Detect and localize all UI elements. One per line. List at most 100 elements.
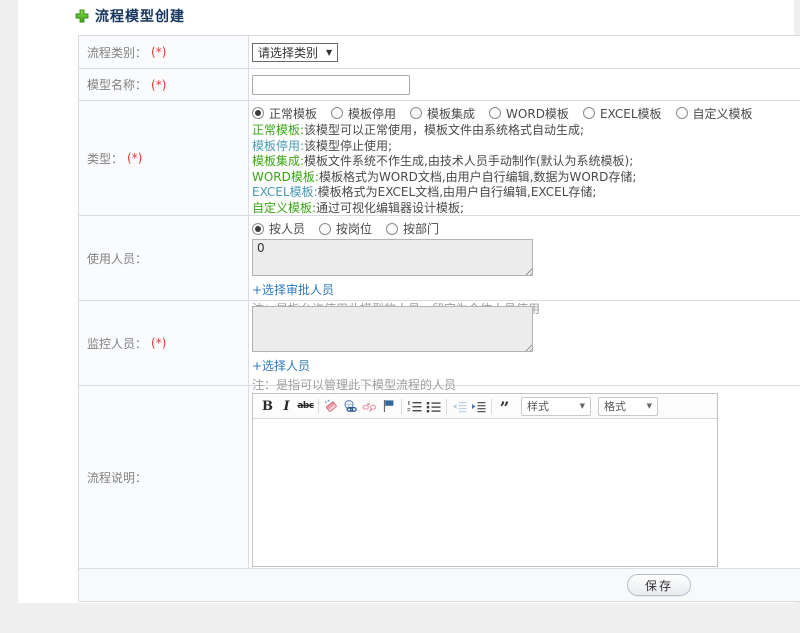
radio-label[interactable]: WORD模板 [506, 105, 569, 122]
required-mark: (*) [151, 336, 167, 350]
required-mark: (*) [151, 77, 167, 92]
radio-label[interactable]: 自定义模板 [693, 105, 753, 122]
caret-down-icon: ▼ [646, 402, 652, 410]
desc-text: 该模型停止使用; [304, 138, 393, 153]
radio-excel-template[interactable] [582, 107, 595, 119]
add-plus-icon [75, 9, 89, 23]
desc-text: 该模型可以正常使用，模板文件由系统格式自动生成; [304, 123, 585, 137]
blockquote-button[interactable]: ” [495, 397, 514, 419]
indent-button[interactable] [469, 397, 488, 416]
link-button[interactable] [341, 397, 360, 416]
toolbar-separator [401, 398, 402, 414]
format-dropdown[interactable]: 格式 ▼ [598, 396, 658, 416]
row-users: 使用人员： 按人员 按岗位 按部门 0 +选择审批人员 [79, 216, 800, 316]
process-model-form: 流程类别： (*) 请选择类别 ▼ 模型名称： (*) 类型： (*) 正常模板… [78, 35, 800, 602]
category-label-cell: 流程类别： (*) [79, 36, 249, 68]
radio-normal-template[interactable] [252, 107, 264, 119]
numbered-list-icon [407, 400, 422, 413]
bold-icon: B [262, 398, 273, 414]
type-radio-group: 正常模板 模板停用 模板集成 WORD模板 EXCEL模板 自定义模板 [252, 105, 800, 121]
page: 流程模型创建 流程类别： (*) 请选择类别 ▼ 模型名称： (*) 类型： (… [0, 0, 800, 633]
desc-term: 正常模板: [252, 123, 305, 137]
radio-label[interactable]: 按部门 [403, 220, 439, 237]
unlink-icon [362, 399, 377, 414]
italic-icon: I [283, 398, 290, 414]
radio-by-department[interactable] [386, 222, 399, 235]
bold-button[interactable]: B [258, 397, 277, 416]
row-category: 流程类别： (*) 请选择类别 ▼ [79, 36, 800, 69]
content-panel: 流程模型创建 流程类别： (*) 请选择类别 ▼ 模型名称： (*) 类型： (… [18, 0, 800, 603]
monitors-textarea[interactable] [252, 306, 533, 352]
desc-term: WORD模板: [252, 169, 319, 184]
row-description: 流程说明： B I abc ” 样式 ▼ 格式 ▼ [79, 386, 800, 569]
remove-format-icon [324, 399, 339, 414]
users-label-cell: 使用人员： [79, 216, 249, 300]
users-label: 使用人员： [87, 251, 148, 266]
select-approver-link[interactable]: +选择审批人员 [252, 281, 334, 298]
users-textarea-wrap: 0 [252, 239, 533, 276]
toolbar-separator [318, 398, 319, 414]
page-header: 流程模型创建 [75, 7, 185, 25]
style-dropdown[interactable]: 样式 ▼ [521, 396, 591, 416]
monitors-textarea-wrap [252, 306, 533, 352]
model-name-input[interactable] [252, 75, 410, 95]
monitors-label-cell: 监控人员： (*) [79, 301, 249, 385]
model-name-label: 模型名称： [87, 78, 148, 92]
save-button[interactable]: 保存 [627, 574, 691, 596]
users-value-cell: 按人员 按岗位 按部门 0 +选择审批人员 注：是指允许使用此模型的人员，留空为… [249, 216, 800, 316]
style-dropdown-value: 样式 [527, 400, 549, 413]
anchor-flag-button[interactable] [379, 397, 398, 416]
indent-icon [471, 400, 486, 413]
model-name-label-cell: 模型名称： (*) [79, 69, 249, 100]
numbered-list-button[interactable] [405, 397, 424, 416]
strikethrough-button[interactable]: abc [296, 397, 315, 416]
radio-label[interactable]: 按人员 [269, 220, 305, 237]
type-value-cell: 正常模板 模板停用 模板集成 WORD模板 EXCEL模板 自定义模板 正常模板… [249, 101, 800, 215]
radio-by-person[interactable] [252, 222, 264, 235]
type-description: WORD模板:模板格式为WORD文档,由用户自行编辑,数据为WORD存储; [252, 170, 800, 186]
unlink-button[interactable] [360, 397, 379, 416]
radio-label[interactable]: 模板停用 [348, 105, 396, 122]
required-mark: (*) [127, 151, 143, 165]
required-mark: (*) [151, 45, 167, 59]
desc-term: 自定义模板: [252, 200, 317, 215]
radio-template-integrated[interactable] [410, 107, 423, 119]
type-description: 模板集成:模板文件系统不作生成,由技术人员手动制作(默认为系统模板); [252, 154, 800, 170]
link-icon [343, 399, 358, 414]
model-name-value-cell [249, 69, 800, 100]
format-dropdown-value: 格式 [604, 400, 626, 413]
radio-custom-template[interactable] [675, 107, 688, 119]
form-footer: 保存 [79, 569, 800, 601]
desc-text: 模板格式为WORD文档,由用户自行编辑,数据为WORD存储; [318, 169, 637, 184]
toolbar-separator [491, 398, 492, 414]
desc-term: 模板集成: [252, 154, 305, 168]
type-description: 自定义模板:通过可视化编辑器设计模板; [252, 201, 800, 217]
users-textarea[interactable]: 0 [252, 239, 533, 276]
caret-down-icon: ▼ [326, 48, 333, 57]
category-select[interactable]: 请选择类别 ▼ [252, 43, 339, 62]
category-value-cell: 请选择类别 ▼ [249, 36, 800, 68]
radio-template-disabled[interactable] [331, 107, 344, 119]
type-description: 正常模板:该模型可以正常使用，模板文件由系统格式自动生成; [252, 123, 800, 139]
outdent-button[interactable] [450, 397, 469, 416]
editor-content-area[interactable] [253, 419, 717, 566]
remove-format-button[interactable] [322, 397, 341, 416]
bulleted-list-icon [426, 400, 441, 413]
strikethrough-icon: abc [297, 401, 314, 411]
blockquote-icon: ” [499, 399, 510, 419]
bulleted-list-button[interactable] [424, 397, 443, 416]
select-person-link[interactable]: +选择人员 [252, 357, 310, 374]
radio-label[interactable]: 按岗位 [336, 220, 372, 237]
radio-by-post[interactable] [319, 222, 332, 235]
radio-word-template[interactable] [489, 107, 502, 119]
radio-label[interactable]: EXCEL模板 [600, 105, 662, 122]
radio-label[interactable]: 模板集成 [427, 105, 475, 122]
type-label-cell: 类型： (*) [79, 101, 249, 215]
italic-button[interactable]: I [277, 397, 296, 416]
row-monitors: 监控人员： (*) +选择人员 注：是指可以管理此下模型流程的人员 [79, 301, 800, 392]
desc-text: 通过可视化编辑器设计模板; [316, 200, 465, 215]
radio-label[interactable]: 正常模板 [269, 105, 317, 122]
desc-term: EXCEL模板: [252, 185, 318, 199]
description-value-cell: B I abc ” 样式 ▼ 格式 ▼ [249, 386, 800, 568]
editor-toolbar: B I abc ” 样式 ▼ 格式 ▼ [253, 394, 717, 419]
